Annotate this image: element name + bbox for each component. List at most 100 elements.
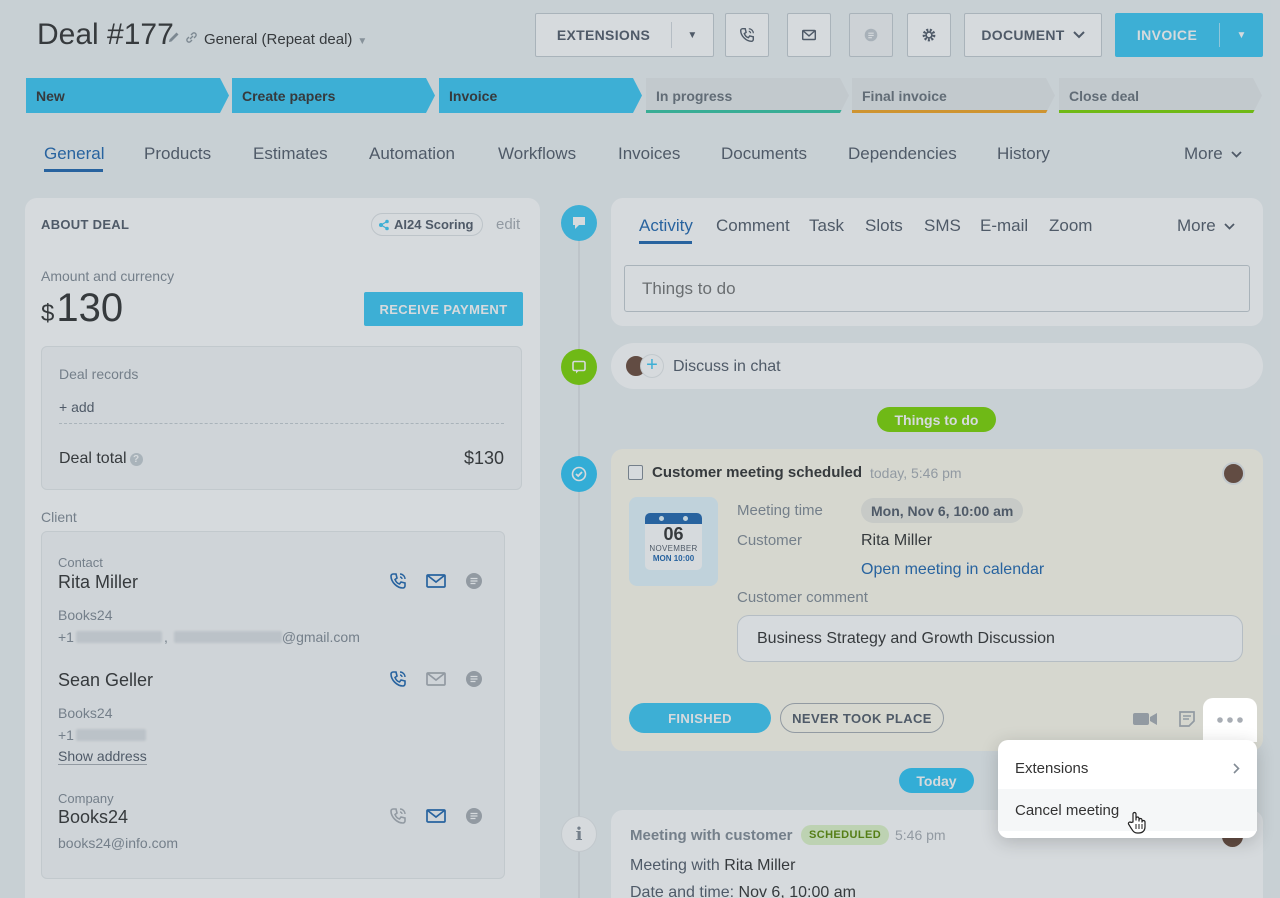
add-participant-icon[interactable]: + [641, 355, 663, 377]
chat-button[interactable] [849, 13, 893, 57]
tab-general[interactable]: General [44, 144, 104, 164]
add-record-link[interactable]: + add [59, 399, 94, 415]
finished-button[interactable]: FINISHED [629, 703, 771, 733]
chevron-down-icon [1224, 222, 1235, 230]
pencil-icon[interactable] [168, 31, 180, 46]
phone-icon[interactable] [388, 806, 408, 831]
chat-icon[interactable] [464, 669, 484, 694]
help-icon[interactable]: ? [129, 452, 143, 466]
activity-more-tab[interactable]: More [1177, 216, 1235, 236]
calendar-icon: 06 NOVEMBER MON 10:00 [645, 513, 702, 570]
meeting-title: Customer meeting scheduled [652, 464, 863, 481]
receive-payment-button[interactable]: RECEIVE PAYMENT [364, 292, 523, 326]
mail-icon[interactable] [426, 806, 446, 831]
invoice-button[interactable]: INVOICE ▼ [1115, 13, 1263, 57]
open-calendar-link[interactable]: Open meeting in calendar [861, 561, 1044, 579]
activity-node-icon [561, 205, 597, 241]
settings-button[interactable] [907, 13, 951, 57]
tab-more[interactable]: More [1184, 144, 1242, 164]
video-icon[interactable] [1132, 710, 1158, 733]
contact-company: Books24 [58, 607, 113, 623]
tab-workflows[interactable]: Workflows [498, 144, 576, 164]
contact-name[interactable]: Sean Geller [58, 670, 153, 691]
things-to-do-input[interactable] [624, 265, 1250, 312]
history-title: Meeting with customer [630, 827, 793, 844]
chat-icon[interactable] [464, 806, 484, 831]
customer-name[interactable]: Rita Miller [861, 532, 932, 550]
masked-email [173, 631, 282, 643]
tab-products[interactable]: Products [144, 144, 211, 164]
deal-title: Deal #177 [37, 18, 174, 51]
caret-down-icon: ▼ [357, 36, 368, 47]
stage-final-invoice[interactable]: Final invoice [852, 78, 1055, 113]
active-tab-underline [44, 169, 103, 172]
tab-documents[interactable]: Documents [721, 144, 807, 164]
stage-invoice[interactable]: Invoice [439, 78, 642, 113]
edit-link[interactable]: edit [496, 216, 520, 233]
avatar[interactable] [1222, 462, 1245, 485]
menu-item-extensions[interactable]: Extensions [998, 747, 1257, 789]
records-divider [59, 423, 504, 424]
tab-history[interactable]: History [997, 144, 1050, 164]
caret-down-icon[interactable]: ▼ [1220, 30, 1263, 41]
check-node-icon [561, 456, 597, 492]
category-selector[interactable]: General (Repeat deal) ▼ [204, 31, 367, 48]
phone-icon [739, 27, 755, 43]
tab-sms[interactable]: SMS [924, 216, 961, 236]
things-to-do-divider: Things to do [877, 407, 996, 432]
ai-scoring-pill[interactable]: AI24 Scoring [371, 213, 484, 236]
phone-button[interactable] [725, 13, 769, 57]
hand-cursor-icon [1127, 811, 1147, 840]
contact-name[interactable]: Rita Miller [58, 572, 138, 593]
stage-in-progress[interactable]: In progress [646, 78, 849, 113]
chevron-down-icon [1231, 150, 1242, 158]
tab-dependencies[interactable]: Dependencies [848, 144, 957, 164]
note-icon[interactable] [1178, 710, 1196, 733]
status-badge: SCHEDULED [801, 825, 890, 845]
company-name[interactable]: Books24 [58, 807, 128, 828]
document-button[interactable]: DOCUMENT [964, 13, 1102, 57]
tab-activity[interactable]: Activity [639, 216, 693, 236]
tab-zoom[interactable]: Zoom [1049, 216, 1092, 236]
meeting-time-value[interactable]: Mon, Nov 6, 10:00 am [861, 498, 1024, 523]
never-took-place-button[interactable]: NEVER TOOK PLACE [780, 703, 944, 733]
chat-icon[interactable] [464, 571, 484, 596]
link-icon[interactable] [185, 31, 198, 47]
tab-estimates[interactable]: Estimates [253, 144, 328, 164]
mail-button[interactable] [787, 13, 831, 57]
tab-slots[interactable]: Slots [865, 216, 903, 236]
extensions-button[interactable]: EXTENSIONS ▼ [535, 13, 714, 57]
tab-invoices[interactable]: Invoices [618, 144, 680, 164]
contact-details: +1 , @gmail.com [58, 629, 360, 645]
calendar-month: NOVEMBER [649, 544, 698, 553]
customer-comment-label: Customer comment [737, 589, 868, 606]
invoice-label: INVOICE [1136, 27, 1198, 43]
phone-icon[interactable] [388, 571, 408, 596]
stage-new[interactable]: New [26, 78, 229, 113]
company-email: books24@info.com [58, 835, 179, 851]
stage-create-papers[interactable]: Create papers [232, 78, 435, 113]
more-actions-button[interactable] [1203, 698, 1257, 742]
meeting-with: Meeting with Rita Miller [630, 857, 796, 874]
complete-checkbox[interactable] [628, 465, 643, 480]
tab-email[interactable]: E-mail [980, 216, 1028, 236]
scoring-icon [379, 219, 389, 230]
calendar-day: 06 [663, 524, 684, 544]
phone-icon[interactable] [388, 669, 408, 694]
tab-task[interactable]: Task [809, 216, 844, 236]
tab-automation[interactable]: Automation [369, 144, 455, 164]
info-node-icon: i [561, 816, 597, 852]
ellipsis-icon [1217, 717, 1243, 723]
date-time: Date and time: Nov 6, 10:00 am [630, 884, 856, 898]
history-time: 5:46 pm [895, 827, 946, 843]
mail-icon[interactable] [426, 669, 446, 694]
show-address-link[interactable]: Show address [58, 748, 147, 765]
category-label: General (Repeat deal) [204, 31, 353, 48]
chevron-right-icon [1233, 762, 1240, 774]
stage-close-deal[interactable]: Close deal [1059, 78, 1262, 113]
mail-icon[interactable] [426, 571, 446, 596]
caret-down-icon[interactable]: ▼ [672, 30, 713, 41]
tab-comment[interactable]: Comment [716, 216, 790, 236]
deal-records-label: Deal records [59, 366, 139, 382]
deal-total-value: $130 [463, 448, 504, 468]
